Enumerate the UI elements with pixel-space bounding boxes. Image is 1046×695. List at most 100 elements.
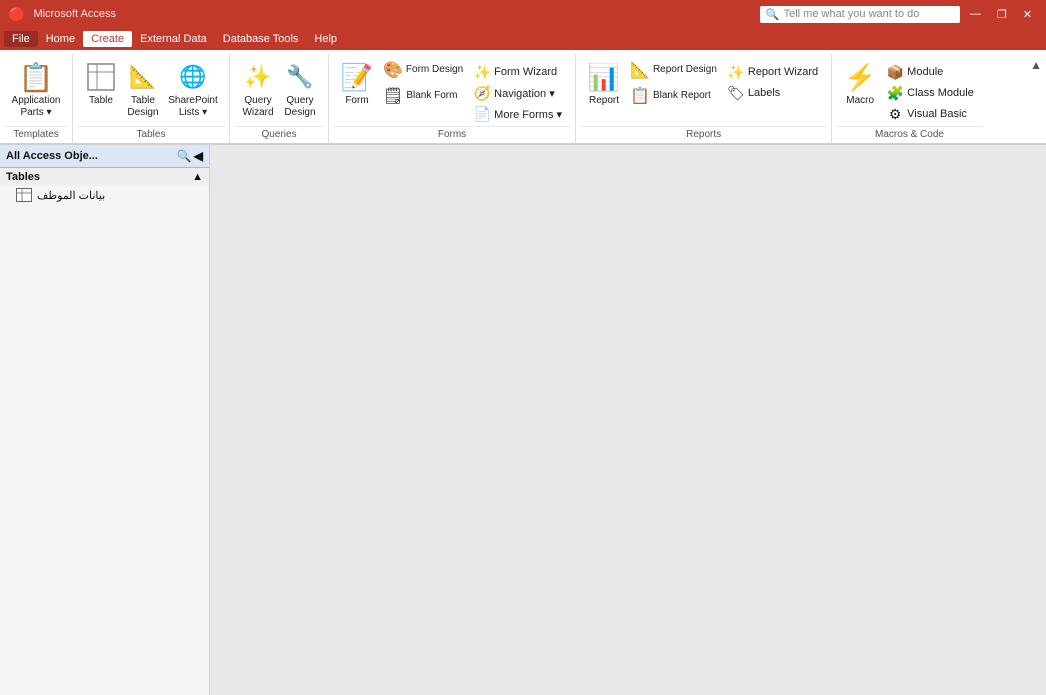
visual-basic-icon: ⚙	[887, 106, 903, 122]
form-design-button[interactable]: 🎨 Form Design	[379, 58, 467, 82]
reports-group-label: Reports	[580, 126, 827, 143]
collapse-icon: ▲	[1030, 58, 1042, 72]
module-icon: 📦	[887, 64, 903, 80]
search-placeholder: Tell me what you want to do	[784, 8, 920, 20]
ribbon-collapse-button[interactable]: ▲	[1030, 54, 1046, 72]
blank-report-button[interactable]: 📋 Blank Report	[626, 84, 721, 108]
reports-content: 📊 Report 📐 Report Design 📋 Blank Report …	[580, 54, 827, 126]
menubar: File Home Create External Data Database …	[0, 28, 1046, 50]
restore-icon[interactable]: ❐	[991, 8, 1013, 21]
title-bar-label: Microsoft Access	[33, 8, 116, 20]
macro-button[interactable]: ⚡ Macro	[840, 58, 880, 110]
report-icon: 📊	[588, 61, 620, 93]
query-design-button[interactable]: 🔧 QueryDesign	[280, 58, 320, 122]
query-design-icon: 🔧	[284, 61, 316, 93]
macro-label: Macro	[846, 95, 874, 107]
query-wizard-button[interactable]: ✨ QueryWizard	[238, 58, 278, 122]
sidebar-item-employee-data[interactable]: بيانات الموظف	[0, 186, 209, 204]
application-parts-label: ApplicationParts ▾	[12, 95, 61, 119]
sidebar-tables-section[interactable]: Tables ▲	[0, 168, 209, 186]
main-area: All Access Obje... 🔍 ◀ Tables ▲ بيانات ا…	[0, 145, 1046, 695]
report-label: Report	[589, 95, 619, 107]
form-design-icon: 🎨	[383, 60, 403, 80]
ribbon-group-macros-code: ⚡ Macro 📦 Module 🧩 Class Module ⚙ Visual…	[832, 54, 987, 143]
sharepoint-lists-label: SharePointLists ▾	[168, 95, 217, 119]
report-wizard-label: Report Wizard	[748, 66, 818, 78]
more-forms-label: More Forms ▾	[494, 108, 562, 121]
more-forms-icon: 📄	[474, 106, 490, 122]
navigation-icon: 🧭	[474, 85, 490, 101]
report-button[interactable]: 📊 Report	[584, 58, 624, 110]
sidebar-collapse-icon[interactable]: ◀	[194, 149, 203, 163]
report-design-button[interactable]: 📐 Report Design	[626, 58, 721, 82]
menu-external-data[interactable]: External Data	[132, 31, 215, 47]
sidebar-header-icons: 🔍 ◀	[177, 149, 203, 163]
minimize-icon[interactable]: —	[964, 8, 987, 20]
sidebar-title: All Access Obje...	[6, 150, 98, 162]
table-icon-large	[85, 61, 117, 93]
menu-database-tools[interactable]: Database Tools	[215, 31, 307, 47]
ribbon-group-tables: Table 📐 TableDesign 🌐 SharePointLists ▾ …	[73, 54, 230, 143]
table-label: Table	[89, 95, 113, 107]
sidebar: All Access Obje... 🔍 ◀ Tables ▲ بيانات ا…	[0, 145, 210, 695]
labels-label: Labels	[748, 87, 780, 99]
sharepoint-lists-button[interactable]: 🌐 SharePointLists ▾	[165, 58, 221, 122]
sidebar-search-icon[interactable]: 🔍	[177, 149, 192, 163]
menu-create[interactable]: Create	[83, 31, 132, 47]
query-wizard-label: QueryWizard	[242, 95, 273, 119]
reports-small-stack: ✨ Report Wizard 🏷 Labels	[723, 58, 823, 103]
close-icon[interactable]: ✕	[1017, 8, 1038, 21]
form-icon: 📝	[341, 61, 373, 93]
navigation-button[interactable]: 🧭 Navigation ▾	[469, 83, 567, 103]
module-label: Module	[907, 66, 943, 78]
templates-group-label: Templates	[4, 126, 68, 143]
forms-small-stack: ✨ Form Wizard 🧭 Navigation ▾ 📄 More Form…	[469, 58, 567, 124]
class-module-label: Class Module	[907, 87, 974, 99]
blank-form-icon: 🗒	[383, 86, 403, 106]
table-button[interactable]: Table	[81, 58, 121, 110]
blank-report-label: Blank Report	[653, 90, 711, 102]
class-module-icon: 🧩	[887, 85, 903, 101]
sidebar-table-icon	[16, 188, 32, 202]
report-design-label: Report Design	[653, 64, 717, 76]
forms-content: 📝 Form 🎨 Form Design 🗒 Blank Form ✨ Form…	[333, 54, 571, 126]
ribbon-group-queries: ✨ QueryWizard 🔧 QueryDesign Queries	[230, 54, 329, 143]
sidebar-tables-label: Tables	[6, 171, 40, 183]
form-label: Form	[345, 95, 368, 107]
ribbon-group-reports: 📊 Report 📐 Report Design 📋 Blank Report …	[576, 54, 832, 143]
class-module-button[interactable]: 🧩 Class Module	[882, 83, 979, 103]
visual-basic-label: Visual Basic	[907, 108, 967, 120]
form-wizard-icon: ✨	[474, 64, 490, 80]
module-button[interactable]: 📦 Module	[882, 62, 979, 82]
application-parts-button[interactable]: 📋 ApplicationParts ▾	[8, 58, 64, 122]
query-design-label: QueryDesign	[284, 95, 315, 119]
blank-form-button[interactable]: 🗒 Blank Form	[379, 84, 467, 108]
labels-button[interactable]: 🏷 Labels	[723, 83, 823, 103]
ribbon-group-templates: 📋 ApplicationParts ▾ Templates	[0, 54, 73, 143]
report-wizard-icon: ✨	[728, 64, 744, 80]
visual-basic-button[interactable]: ⚙ Visual Basic	[882, 104, 979, 124]
menu-home[interactable]: Home	[38, 31, 83, 47]
content-area	[210, 145, 1046, 695]
search-box[interactable]: 🔍 Tell me what you want to do	[760, 6, 960, 23]
form-wizard-button[interactable]: ✨ Form Wizard	[469, 62, 567, 82]
blank-form-label: Blank Form	[406, 90, 457, 102]
macros-small-stack: 📦 Module 🧩 Class Module ⚙ Visual Basic	[882, 58, 979, 124]
templates-content: 📋 ApplicationParts ▾	[4, 54, 68, 126]
macros-group-label: Macros & Code	[836, 126, 983, 143]
form-button[interactable]: 📝 Form	[337, 58, 377, 110]
table-design-label: TableDesign	[127, 95, 158, 119]
more-forms-button[interactable]: 📄 More Forms ▾	[469, 104, 567, 124]
queries-content: ✨ QueryWizard 🔧 QueryDesign	[234, 54, 324, 126]
sidebar-tables-collapse-icon: ▲	[192, 171, 203, 183]
menu-help[interactable]: Help	[306, 31, 345, 47]
report-wizard-button[interactable]: ✨ Report Wizard	[723, 62, 823, 82]
report-design-icon: 📐	[630, 60, 650, 80]
application-parts-icon: 📋	[20, 61, 52, 93]
macros-content: ⚡ Macro 📦 Module 🧩 Class Module ⚙ Visual…	[836, 54, 983, 126]
macro-icon: ⚡	[844, 61, 876, 93]
tables-group-label: Tables	[77, 126, 225, 143]
menu-file[interactable]: File	[4, 31, 38, 47]
titlebar: 🔴 Microsoft Access 🔍 Tell me what you wa…	[0, 0, 1046, 28]
table-design-button[interactable]: 📐 TableDesign	[123, 58, 163, 122]
